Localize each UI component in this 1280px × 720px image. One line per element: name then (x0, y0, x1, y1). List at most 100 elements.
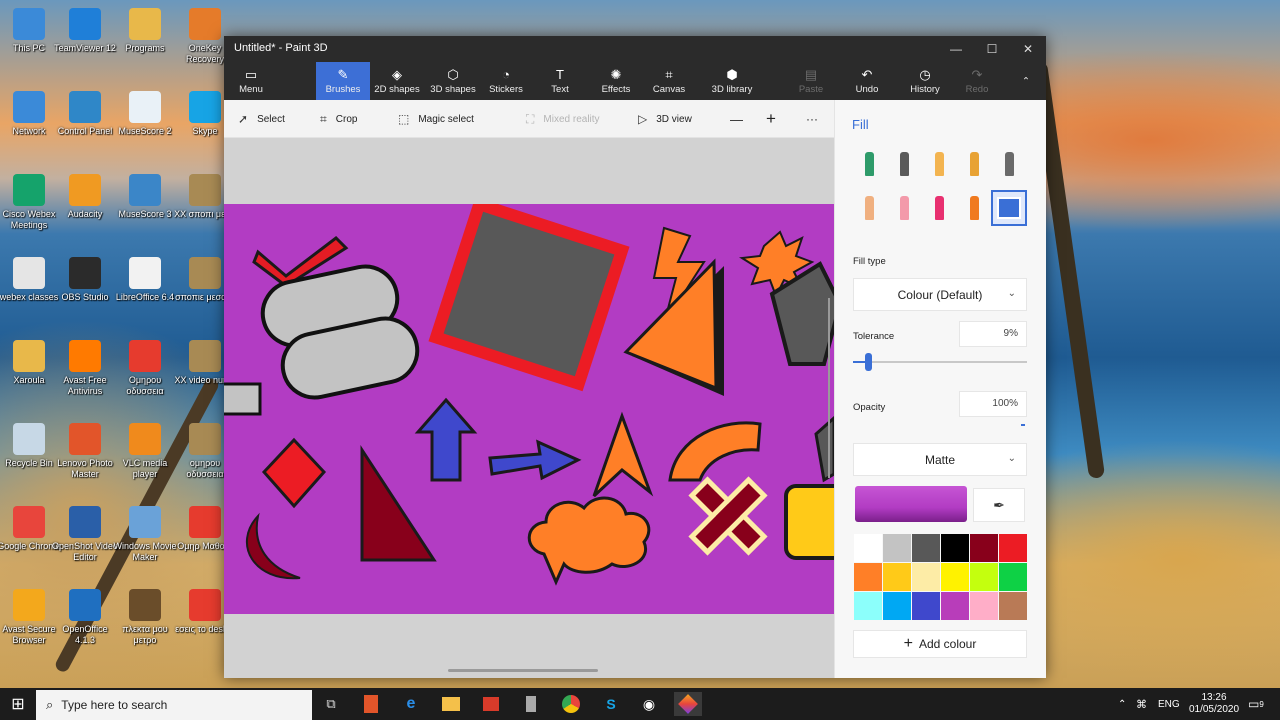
palette-swatch[interactable] (941, 534, 969, 562)
watercolor-icon[interactable] (958, 148, 990, 180)
tolerance-input[interactable]: 9% (959, 321, 1027, 347)
ribbon-brushes-button[interactable]: ✎ Brushes (316, 62, 370, 100)
desktop-icon[interactable]: Programs (112, 6, 178, 86)
select-tool[interactable]: ➚ Select (238, 100, 285, 138)
right-arrow-shape[interactable] (488, 439, 582, 481)
palette-swatch[interactable] (941, 563, 969, 591)
edge-icon[interactable]: e (398, 692, 424, 716)
network-icon[interactable]: ⌘ (1136, 688, 1147, 720)
taskbar-search-box[interactable]: ⌕ Type here to search (36, 690, 312, 720)
ribbon-history-button[interactable]: ◷ History (902, 62, 948, 100)
yellow-rounded-shape[interactable] (784, 484, 834, 560)
oil-brush-icon[interactable] (923, 148, 955, 180)
file-explorer-icon[interactable] (438, 692, 464, 716)
desktop-icon[interactable]: TeamViewer 12 (52, 6, 118, 86)
chrome-icon[interactable] (558, 692, 584, 716)
magic-select-tool[interactable]: ⬚ Magic select (398, 100, 474, 138)
cloud-shape[interactable] (527, 496, 651, 586)
palette-swatch[interactable] (970, 592, 998, 620)
mixed-reality-tool[interactable]: ⛶ Mixed reality (526, 100, 600, 138)
palette-swatch[interactable] (883, 563, 911, 591)
tolerance-slider-track[interactable] (853, 361, 1027, 363)
gray-square-shape[interactable] (428, 204, 630, 392)
crayon-icon[interactable] (923, 192, 955, 224)
partial-rect-shape[interactable] (224, 382, 262, 416)
palette-swatch[interactable] (912, 592, 940, 620)
ribbon-3d-library-button[interactable]: ⬢ 3D library (704, 62, 760, 100)
palette-swatch[interactable] (883, 534, 911, 562)
fill-type-dropdown[interactable]: Colour (Default) ⌄ (853, 278, 1027, 311)
skype-icon[interactable]: S (598, 692, 624, 716)
opacity-input[interactable]: 100% (959, 391, 1027, 417)
desktop-icon[interactable]: Ομηρου οδυσσεια (112, 338, 178, 418)
ribbon-3d-shapes-button[interactable]: ⬡ 3D shapes (430, 62, 476, 100)
pencil-icon[interactable] (853, 192, 885, 224)
ribbon-paste-button[interactable]: ▤ Paste (790, 62, 832, 100)
clock[interactable]: 13:26 01/05/2020 (1188, 688, 1240, 720)
palette-swatch[interactable] (854, 563, 882, 591)
title-bar[interactable]: Untitled* - Paint 3D — ☐ ✕ (224, 36, 1046, 62)
desktop-icon[interactable]: Lenovo Photo Master (52, 421, 118, 501)
task-view-icon[interactable]: ⧉ (318, 692, 344, 716)
desktop-icon[interactable]: OpenOffice 4.1.3 (52, 587, 118, 667)
zoom-in-button[interactable]: + (766, 100, 776, 138)
orange-dart-shape[interactable] (592, 411, 654, 498)
drawing-canvas[interactable] (224, 204, 834, 614)
palette-swatch[interactable] (970, 563, 998, 591)
arc-shape[interactable] (668, 421, 762, 482)
current-color-swatch[interactable] (855, 486, 967, 522)
usb-drive-icon[interactable] (518, 692, 544, 716)
crop-tool[interactable]: ⌗ Crop (320, 100, 357, 138)
zoom-out-button[interactable]: — (730, 100, 743, 138)
desktop-icon[interactable]: πλεκτα μου μετρο (112, 587, 178, 667)
minimize-button[interactable]: — (938, 36, 974, 62)
palette-swatch[interactable] (970, 534, 998, 562)
desktop-icon[interactable]: MuseScore 2 (112, 89, 178, 169)
desktop-icon[interactable]: Audacity (52, 172, 118, 252)
photos-app-icon[interactable] (478, 692, 504, 716)
finish-dropdown[interactable]: Matte ⌄ (853, 443, 1027, 476)
crescent-shape[interactable] (246, 512, 301, 580)
palette-swatch[interactable] (941, 592, 969, 620)
add-colour-button[interactable]: + Add colour (853, 630, 1027, 658)
pdf-app-icon[interactable] (358, 692, 384, 716)
vertical-scrollbar[interactable] (828, 298, 830, 478)
ribbon-redo-button[interactable]: ↷ Redo (956, 62, 998, 100)
pixel-pen-icon[interactable] (993, 148, 1025, 180)
desktop-icon[interactable]: VLC media player (112, 421, 178, 501)
desktop-icon[interactable]: Windows Movie Maker (112, 504, 178, 584)
ribbon-effects-button[interactable]: ✺ Effects (594, 62, 638, 100)
ribbon-2d-shapes-button[interactable]: ◈ 2D shapes (374, 62, 420, 100)
palette-swatch[interactable] (912, 534, 940, 562)
ribbon-undo-button[interactable]: ↶ Undo (846, 62, 888, 100)
red-diamond-shape[interactable] (261, 437, 327, 509)
eraser-icon[interactable] (888, 192, 920, 224)
calligraphy-pen-icon[interactable] (888, 148, 920, 180)
palette-swatch[interactable] (854, 534, 882, 562)
horizontal-scrollbar[interactable] (448, 669, 598, 672)
ribbon-menu-button[interactable]: ▭ Menu (230, 62, 272, 100)
ribbon-text-button[interactable]: T Text (540, 62, 580, 100)
triangle-shape-orange[interactable] (623, 258, 718, 391)
notifications-icon[interactable]: ▭ 9 (1248, 688, 1264, 720)
ribbon-stickers-button[interactable]: ◔ Stickers (486, 62, 526, 100)
collapse-ribbon-chevron-icon[interactable]: ⌃ (1014, 62, 1038, 100)
opacity-slider-edge[interactable] (1021, 424, 1025, 426)
tray-overflow-icon[interactable]: ⌃ (1118, 688, 1126, 720)
palette-swatch[interactable] (912, 563, 940, 591)
paint3d-taskbar-icon[interactable] (674, 692, 702, 716)
palette-swatch[interactable] (883, 592, 911, 620)
partial-star-shape[interactable] (814, 415, 834, 483)
more-options-button[interactable]: ··· (806, 100, 818, 138)
desktop-icon[interactable]: Avast Free Antivirus (52, 338, 118, 418)
palette-swatch[interactable] (854, 592, 882, 620)
desktop-icon[interactable]: OpenShot Video Editor (52, 504, 118, 584)
desktop-icon[interactable]: MuseScore 3 (112, 172, 178, 252)
fill-icon[interactable] (991, 190, 1027, 226)
spray-can-icon[interactable] (958, 192, 990, 224)
desktop-icon[interactable]: Control Panel (52, 89, 118, 169)
eyedropper-icon[interactable]: ✒ (973, 488, 1025, 522)
palette-swatch[interactable] (999, 592, 1027, 620)
close-button[interactable]: ✕ (1010, 36, 1046, 62)
windows-start-icon[interactable]: ⊞ (5, 692, 31, 716)
